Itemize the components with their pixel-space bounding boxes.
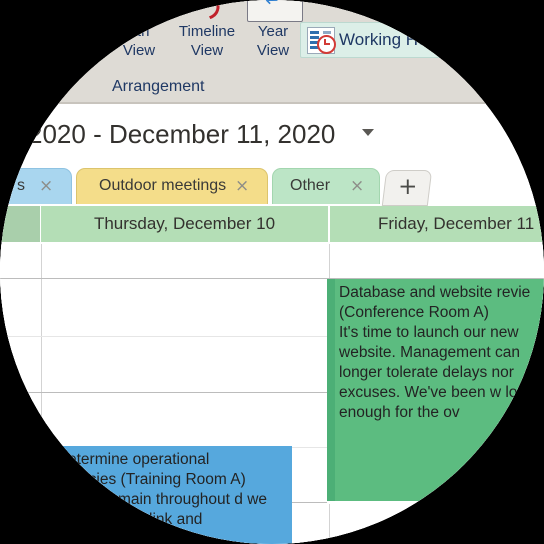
appointment-color-bar (327, 279, 335, 501)
arrow-icon: ↵ (265, 0, 281, 11)
year-view-button[interactable]: Year View (246, 22, 300, 60)
appointment-location: (Conference Room A) (339, 304, 489, 321)
day-header-friday[interactable]: Friday, December 11 (330, 206, 544, 242)
ribbon-divider (0, 102, 544, 104)
circular-vignette: ↵ nth View Timeline View Year View Worki… (0, 0, 544, 544)
tab-strip: s × Outdoor meetings × Other × + (0, 168, 544, 206)
appointment-bottom-divider (327, 501, 544, 504)
timeline-view-label-1: Timeline (178, 23, 236, 40)
date-range-header[interactable]: 2020 - December 11, 2020 (0, 112, 544, 162)
day-header-thursday-label: Thursday, December 10 (93, 214, 276, 233)
appointment-subject: Database and website revie (339, 284, 531, 301)
time-gutter-header (0, 206, 41, 242)
tab-outdoor-meetings[interactable]: Outdoor meetings × (76, 168, 268, 204)
ribbon-group-label: Arrangement (112, 78, 205, 95)
add-tab-button[interactable]: + (381, 170, 433, 206)
appointment-body: Database and website revie (Conference R… (339, 283, 540, 501)
floating-ribbon-button[interactable]: ↵ (247, 0, 303, 22)
working-hours-icon (307, 27, 336, 54)
appointment-description: sses remain throughout d we need to est … (68, 491, 268, 528)
timeline-view-label-2: View (190, 42, 224, 59)
plus-icon: + (398, 174, 418, 200)
tab-outdoor-meetings-label: Outdoor meetings (99, 177, 227, 194)
close-icon[interactable]: × (235, 176, 249, 196)
appointment-location: iencies (Training Room A) (68, 471, 246, 488)
calendar-grid: Thursday, December 10 Friday, December 1… (0, 206, 544, 544)
close-icon[interactable]: × (39, 176, 53, 196)
day-header-thursday[interactable]: Thursday, December 10 (41, 206, 329, 242)
year-view-label-2: View (256, 42, 290, 59)
working-hours-label: Working Ho (339, 30, 428, 49)
month-view-label-1: nth (128, 23, 150, 40)
clock-icon (317, 35, 336, 54)
appointment-body: etermine operational iencies (Training R… (68, 450, 288, 544)
tab-other-label: Other (290, 177, 331, 194)
close-icon[interactable]: × (350, 176, 364, 196)
chevron-down-icon[interactable] (362, 129, 374, 136)
month-view-button[interactable]: nth View (108, 22, 170, 60)
tab-other[interactable]: Other × (272, 168, 380, 204)
timeline-view-button[interactable]: Timeline View (168, 22, 246, 60)
appointment-subject: etermine operational (68, 451, 210, 468)
grid-vline-gutter (41, 244, 42, 544)
tab-partial[interactable]: s × (0, 168, 72, 204)
date-range-text: 2020 - December 11, 2020 (28, 119, 336, 149)
day-header-friday-label: Friday, December 11 (378, 214, 535, 233)
calendar-application: ↵ nth View Timeline View Year View Worki… (0, 0, 544, 544)
appointment-determine-operational-deficiencies[interactable]: etermine operational iencies (Training R… (62, 446, 292, 544)
working-hours-button[interactable]: Working Ho (300, 22, 502, 58)
month-view-label-2: View (122, 42, 156, 59)
appointment-database-website-review[interactable]: Database and website revie (Conference R… (327, 279, 544, 501)
appointment-description: It's time to launch our new website. Man… (339, 324, 535, 421)
time-grid[interactable]: Database and website revie (Conference R… (0, 244, 544, 544)
tab-partial-label: s (17, 177, 25, 194)
ribbon: ↵ nth View Timeline View Year View Worki… (0, 0, 544, 104)
year-view-label-1: Year (257, 23, 289, 40)
screenshot-stage: ↵ nth View Timeline View Year View Worki… (0, 0, 544, 544)
